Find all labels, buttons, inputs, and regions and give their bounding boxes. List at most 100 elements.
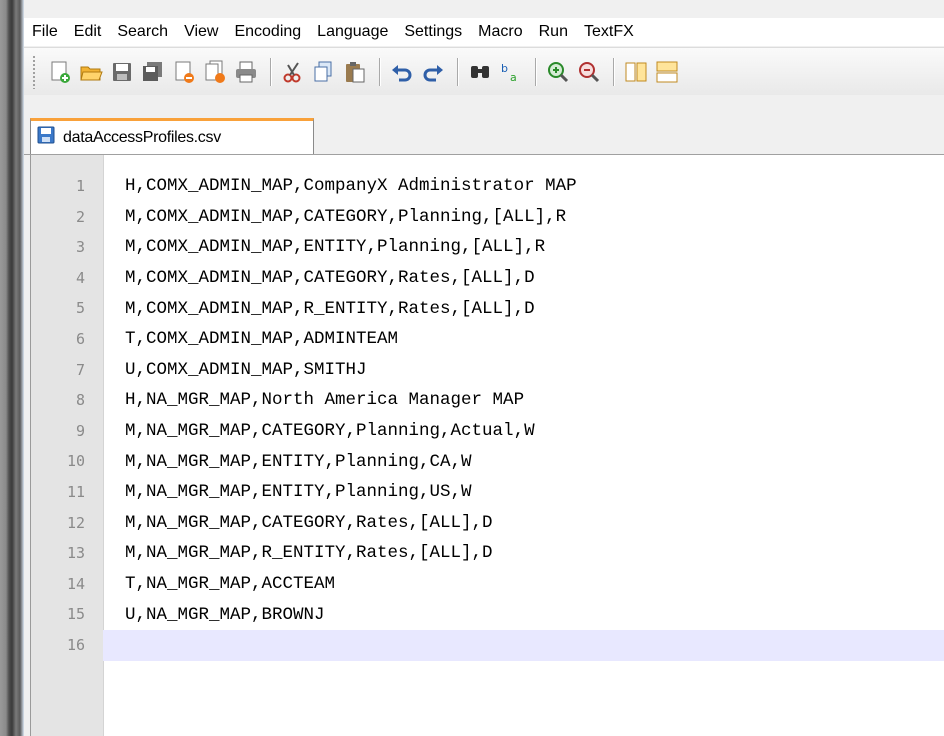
editor-border bbox=[24, 155, 31, 736]
save-button[interactable] bbox=[108, 58, 136, 86]
line-number: 10 bbox=[66, 452, 85, 471]
toolbar-grip[interactable] bbox=[32, 54, 36, 89]
editor-line[interactable]: 15 U,NA_MGR_MAP,BROWNJ bbox=[31, 599, 944, 630]
find-button[interactable] bbox=[466, 58, 494, 86]
close-all-button[interactable] bbox=[201, 58, 229, 86]
replace-button[interactable]: ba bbox=[497, 58, 525, 86]
line-number: 14 bbox=[66, 574, 85, 593]
menu-file[interactable]: File bbox=[24, 23, 66, 41]
line-number: 8 bbox=[75, 391, 85, 410]
close-button[interactable] bbox=[170, 58, 198, 86]
editor-line[interactable]: 10 M,NA_MGR_MAP,ENTITY,Planning,CA,W bbox=[31, 446, 944, 477]
editor-line[interactable]: 11 M,NA_MGR_MAP,ENTITY,Planning,US,W bbox=[31, 477, 944, 508]
tab-dataaccessprofiles[interactable]: dataAccessProfiles.csv bbox=[30, 118, 314, 154]
sync-horizontal-button[interactable] bbox=[653, 58, 681, 86]
zoom-out-icon bbox=[579, 61, 600, 82]
line-text: M,COMX_ADMIN_MAP,CATEGORY,Planning,[ALL]… bbox=[125, 206, 567, 227]
toolbar-separator bbox=[535, 57, 537, 86]
tab-label: dataAccessProfiles.csv bbox=[63, 128, 221, 146]
undo-button[interactable] bbox=[388, 58, 416, 86]
new-file-button[interactable] bbox=[46, 58, 74, 86]
save-all-icon bbox=[143, 61, 162, 81]
redo-button[interactable] bbox=[419, 58, 447, 86]
editor-line[interactable]: 3 M,COMX_ADMIN_MAP,ENTITY,Planning,[ALL],… bbox=[31, 232, 944, 263]
menu-edit[interactable]: Edit bbox=[66, 23, 110, 41]
notepad-plus-plus-window: File Edit Search View Encoding Language Settin… bbox=[24, 0, 944, 736]
editor-line[interactable]: 9 M,NA_MGR_MAP,CATEGORY,Planning,Actual,W bbox=[31, 416, 944, 447]
line-number: 12 bbox=[66, 513, 85, 532]
new-file-icon bbox=[51, 61, 70, 83]
line-text: M,COMX_ADMIN_MAP,R_ENTITY,Rates,[ALL],D bbox=[125, 298, 535, 319]
editor-line[interactable]: 14 T,NA_MGR_MAP,ACCTEAM bbox=[31, 569, 944, 600]
line-text: M,NA_MGR_MAP,ENTITY,Planning,CA,W bbox=[125, 451, 472, 472]
editor-line[interactable]: 16 bbox=[31, 629, 944, 661]
line-text: H,COMX_ADMIN_MAP,CompanyX Administrator … bbox=[125, 176, 577, 197]
menu-encoding[interactable]: Encoding bbox=[226, 23, 309, 41]
open-file-button[interactable] bbox=[77, 58, 105, 86]
line-text: M,NA_MGR_MAP,R_ENTITY,Rates,[ALL],D bbox=[125, 543, 493, 564]
sync-vertical-button[interactable] bbox=[622, 58, 650, 86]
copy-button[interactable] bbox=[310, 58, 338, 86]
line-text: M,NA_MGR_MAP,CATEGORY,Planning,Actual,W bbox=[125, 421, 535, 442]
editor-line[interactable]: 2 M,COMX_ADMIN_MAP,CATEGORY,Planning,[ALL… bbox=[31, 202, 944, 233]
line-text: H,NA_MGR_MAP,North America Manager MAP bbox=[125, 390, 525, 411]
editor-lines: 1 H,COMX_ADMIN_MAP,CompanyX Administrator… bbox=[31, 171, 944, 661]
copy-icon bbox=[314, 61, 332, 81]
cut-button[interactable] bbox=[279, 58, 307, 86]
line-number: 1 bbox=[75, 177, 85, 195]
editor-line[interactable]: 8 H,NA_MGR_MAP,North America Manager MAP bbox=[31, 385, 944, 416]
toolbar-separator bbox=[270, 57, 272, 86]
line-number: 2 bbox=[75, 207, 85, 226]
line-text: T,NA_MGR_MAP,ACCTEAM bbox=[125, 574, 336, 595]
menu-run[interactable]: Run bbox=[531, 23, 576, 41]
menu-search[interactable]: Search bbox=[109, 23, 176, 41]
line-text: U,COMX_ADMIN_MAP,SMITHJ bbox=[125, 359, 367, 380]
line-text: T,COMX_ADMIN_MAP,ADMINTEAM bbox=[125, 329, 399, 350]
line-number: 11 bbox=[66, 482, 85, 501]
line-text: M,NA_MGR_MAP,CATEGORY,Rates,[ALL],D bbox=[125, 512, 493, 533]
editor-line[interactable]: 4 M,COMX_ADMIN_MAP,CATEGORY,Rates,[ALL],D bbox=[31, 263, 944, 294]
toolbar-separator bbox=[379, 57, 381, 86]
zoom-out-button[interactable] bbox=[575, 58, 603, 86]
editor-line[interactable]: 7 U,COMX_ADMIN_MAP,SMITHJ bbox=[31, 355, 944, 386]
toolbar-separator bbox=[613, 57, 615, 86]
line-text: M,NA_MGR_MAP,ENTITY,Planning,US,W bbox=[125, 482, 472, 503]
toolbar-separator bbox=[457, 57, 459, 86]
editor-line[interactable]: 12 M,NA_MGR_MAP,CATEGORY,Rates,[ALL],D bbox=[31, 508, 944, 539]
menu-settings[interactable]: Settings bbox=[396, 23, 470, 41]
menu-view[interactable]: View bbox=[176, 23, 226, 41]
tab-bar: dataAccessProfiles.csv bbox=[24, 96, 944, 155]
replace-icon: ba bbox=[501, 62, 517, 84]
editor-line[interactable]: 5 M,COMX_ADMIN_MAP,R_ENTITY,Rates,[ALL],D bbox=[31, 293, 944, 324]
print-button[interactable] bbox=[232, 58, 260, 86]
cut-icon bbox=[283, 61, 301, 82]
print-icon bbox=[236, 61, 256, 82]
line-number: 6 bbox=[75, 329, 85, 348]
sync-vertical-icon bbox=[625, 62, 647, 81]
line-number: 4 bbox=[75, 268, 85, 287]
paste-icon bbox=[346, 61, 365, 82]
zoom-in-button[interactable] bbox=[544, 58, 572, 86]
close-icon bbox=[175, 61, 194, 83]
save-all-button[interactable] bbox=[139, 58, 167, 86]
save-icon bbox=[37, 126, 55, 149]
line-text: U,NA_MGR_MAP,BROWNJ bbox=[125, 604, 325, 625]
editor-line[interactable]: 6 T,COMX_ADMIN_MAP,ADMINTEAM bbox=[31, 324, 944, 355]
redo-icon bbox=[423, 64, 443, 81]
toolbar: ba bbox=[24, 47, 944, 95]
line-text: M,COMX_ADMIN_MAP,ENTITY,Planning,[ALL],R bbox=[125, 237, 546, 258]
line-number: 3 bbox=[75, 238, 85, 257]
line-number: 13 bbox=[66, 544, 85, 563]
editor-line[interactable]: 13 M,NA_MGR_MAP,R_ENTITY,Rates,[ALL],D bbox=[31, 538, 944, 569]
line-number: 16 bbox=[31, 629, 103, 661]
menubar: File Edit Search View Encoding Language Settin… bbox=[24, 18, 944, 46]
save-icon bbox=[113, 62, 131, 81]
svg-text:b: b bbox=[501, 62, 508, 75]
editor-line[interactable]: 1 H,COMX_ADMIN_MAP,CompanyX Administrator… bbox=[31, 171, 944, 202]
paste-button[interactable] bbox=[341, 58, 369, 86]
menu-macro[interactable]: Macro bbox=[470, 23, 530, 41]
line-text: M,COMX_ADMIN_MAP,CATEGORY,Rates,[ALL],D bbox=[125, 268, 535, 289]
text-editor[interactable]: 1 H,COMX_ADMIN_MAP,CompanyX Administrator… bbox=[24, 155, 944, 736]
menu-language[interactable]: Language bbox=[309, 23, 396, 41]
menu-textfx[interactable]: TextFX bbox=[576, 23, 642, 41]
